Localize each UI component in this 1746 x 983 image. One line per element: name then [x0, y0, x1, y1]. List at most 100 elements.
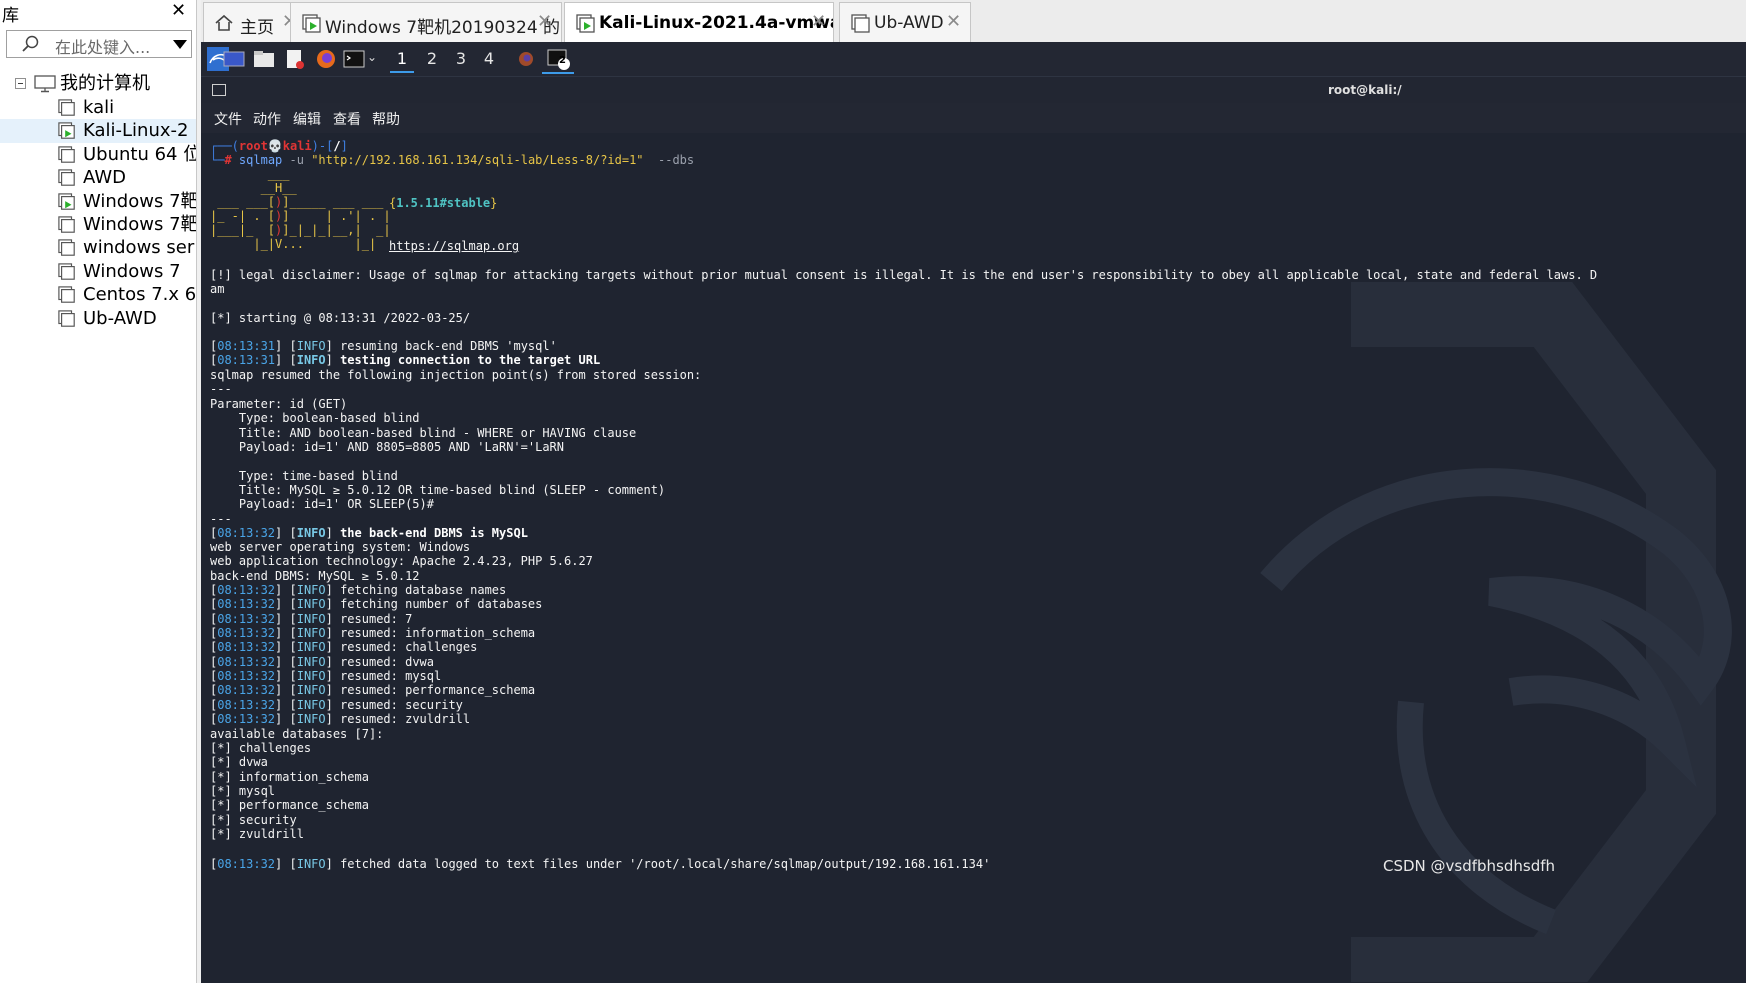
close-icon[interactable]: ✕: [171, 0, 186, 21]
firefox-window-icon[interactable]: [516, 47, 536, 71]
database-list-item: [*] mysql: [210, 784, 276, 799]
database-list-item: [*] dvwa: [210, 755, 268, 770]
log-line: [08:13:32] [INFO] resumed: security: [210, 697, 463, 712]
vm-icon: [58, 309, 75, 327]
command-flag-u: -u: [289, 153, 304, 167]
database-list-item: [*] information_schema: [210, 769, 369, 784]
injection-detail-line: Title: MySQL ≥ 5.0.12 OR time-based blin…: [210, 483, 666, 498]
vm-running-icon: [58, 192, 75, 210]
library-sidebar: 库 ✕ 在此处键入... 我的计算机 kali Kali-Linux-2 Ubunt…: [0, 0, 197, 983]
tab-ub-awd[interactable]: Ub-AWD ✕: [839, 2, 971, 42]
sqlmap-logo: ___ __H__ ___ ___[)]_____ ___ ___ |_ -| …: [210, 167, 391, 251]
tree-item-label: Ubuntu 64 位: [83, 143, 196, 165]
close-icon[interactable]: ✕: [537, 11, 552, 32]
workspace-1[interactable]: 1: [390, 47, 414, 73]
tree-item-vm[interactable]: Kali-Linux-2: [0, 119, 196, 144]
server-info-line: back-end DBMS: MySQL ≥ 5.0.12: [210, 568, 420, 583]
vm-icon: [58, 239, 75, 257]
disclaimer-line-2: am: [210, 282, 225, 296]
menu-file[interactable]: 文件: [214, 109, 242, 129]
injection-detail-line: Type: boolean-based blind: [210, 411, 420, 426]
terminal-title: root@kali:/: [1328, 83, 1402, 97]
terminal-output[interactable]: ┌──(root💀kali)-[/] └─# sqlmap -u "http:/…: [201, 133, 1746, 983]
resumed-line: sqlmap resumed the following injection p…: [210, 368, 702, 382]
separator: ---: [210, 512, 232, 526]
vm-icon: [58, 263, 75, 280]
log-line: [08:13:32] [INFO] resumed: dvwa: [210, 654, 435, 669]
tree-item-vm[interactable]: Windows 7: [0, 260, 196, 284]
prompt-line: ┌──(root💀kali)-[/]: [210, 139, 348, 153]
tree-item-label: Centos 7.x 6: [83, 284, 196, 306]
collapse-icon[interactable]: [15, 78, 26, 89]
chevron-down-icon[interactable]: [173, 40, 187, 49]
vm-display[interactable]: ⌄ 1 2 3 4 2 root@kali:/ 文件 动作 编辑 查看 帮助 ┌…: [201, 42, 1746, 983]
close-icon[interactable]: ✕: [946, 11, 961, 32]
menu-actions[interactable]: 动作: [253, 109, 281, 129]
command-url: "http://192.168.161.134/sqli-lab/Less-8/…: [311, 153, 644, 167]
vm-running-icon: [58, 122, 75, 140]
terminal-window-badge: 2: [559, 55, 566, 66]
tree-root-my-computer[interactable]: 我的计算机: [0, 72, 196, 96]
menu-view[interactable]: 查看: [333, 109, 361, 129]
sqlmap-site-link[interactable]: https://sqlmap.org: [389, 239, 519, 253]
log-line: [08:13:32] [INFO] fetched data logged to…: [210, 857, 991, 871]
available-line: available databases [7]:: [210, 727, 384, 741]
log-line: [08:13:32] [INFO] resumed: performance_s…: [210, 683, 536, 698]
vm-icon: [58, 146, 75, 163]
chevron-down-icon[interactable]: ⌄: [367, 50, 377, 74]
database-list-item: [*] challenges: [210, 741, 312, 755]
vm-running-icon: [576, 14, 595, 33]
tree-item-vm[interactable]: Windows 7靶: [0, 190, 196, 214]
vm-icon: [58, 286, 75, 303]
tree-item-vm[interactable]: windows ser: [0, 236, 196, 260]
sqlmap-version: {1.5.11#stable}: [389, 196, 498, 210]
tree-root-label: 我的计算机: [60, 73, 150, 94]
vm-running-icon: [302, 14, 321, 33]
watermark: CSDN @vsdfbhsdhsdfh: [1383, 857, 1556, 875]
log-line: [08:13:31] [INFO] testing connection to …: [210, 353, 601, 368]
database-list-item: [*] zvuldrill: [210, 827, 304, 842]
command-flag-dbs: --dbs: [658, 153, 695, 167]
log-line: [08:13:32] [INFO] resumed: information_s…: [210, 626, 536, 641]
menu-edit[interactable]: 编辑: [293, 109, 321, 129]
firefox-icon[interactable]: [315, 47, 337, 71]
tree-item-vm[interactable]: Ub-AWD: [0, 307, 196, 331]
tree-item-vm[interactable]: Ubuntu 64 位: [0, 143, 196, 167]
library-search-input[interactable]: 在此处键入...: [6, 30, 192, 58]
tree-item-label: Windows 7靶: [83, 190, 196, 212]
tab-windows7[interactable]: Windows 7靶机20190324 的... ✕: [290, 2, 562, 42]
log-line: [08:13:32] [INFO] resumed: 7: [210, 611, 413, 626]
active-window-indicator: [542, 72, 574, 74]
injection-detail-line: Title: AND boolean-based blind - WHERE o…: [210, 425, 637, 440]
database-list-item: [*] security: [210, 812, 297, 827]
disclaimer-line: [!] legal disclaimer: Usage of sqlmap fo…: [210, 268, 1598, 282]
tree-item-vm[interactable]: AWD: [0, 166, 196, 190]
text-editor-icon[interactable]: [285, 47, 305, 71]
workspace-3[interactable]: 3: [449, 47, 473, 71]
file-manager-icon[interactable]: [253, 47, 275, 71]
tree-item-vm[interactable]: Windows 7靶: [0, 213, 196, 237]
injection-detail-line: Type: time-based blind: [210, 468, 398, 483]
tab-label: Kali-Linux-2021.4a-vmwar...: [599, 13, 833, 33]
computer-icon: [34, 75, 56, 93]
tree-item-vm[interactable]: kali: [0, 96, 196, 120]
tree-item-label: Windows 7靶: [83, 214, 196, 235]
tree-item-vm[interactable]: Centos 7.x 6: [0, 283, 196, 307]
close-icon[interactable]: ✕: [811, 11, 826, 32]
log-line: [08:13:32] [INFO] resumed: zvuldrill: [210, 712, 471, 727]
log-line: [08:13:31] [INFO] resuming back-end DBMS…: [210, 339, 557, 353]
vm-icon: [851, 14, 870, 33]
menu-help[interactable]: 帮助: [372, 109, 400, 129]
tab-bar: 主页 ✕ Windows 7靶机20190324 的... ✕ Kali-Lin…: [201, 0, 1746, 43]
injection-detail-line: Payload: id=1' OR SLEEP(5)#: [210, 497, 434, 512]
library-header: 库 ✕: [0, 0, 196, 26]
desktop-icon[interactable]: [223, 47, 245, 71]
terminal-launcher-icon[interactable]: [343, 47, 365, 71]
tab-label: 主页: [240, 18, 274, 38]
workspace-2[interactable]: 2: [420, 47, 444, 71]
tab-kali-linux[interactable]: Kali-Linux-2021.4a-vmwar... ✕: [564, 2, 834, 42]
log-line: [08:13:32] [INFO] the back-end DBMS is M…: [210, 526, 528, 540]
prompt-dir: /: [333, 139, 341, 153]
workspace-4[interactable]: 4: [477, 47, 501, 71]
tree-item-label: AWD: [83, 167, 126, 189]
